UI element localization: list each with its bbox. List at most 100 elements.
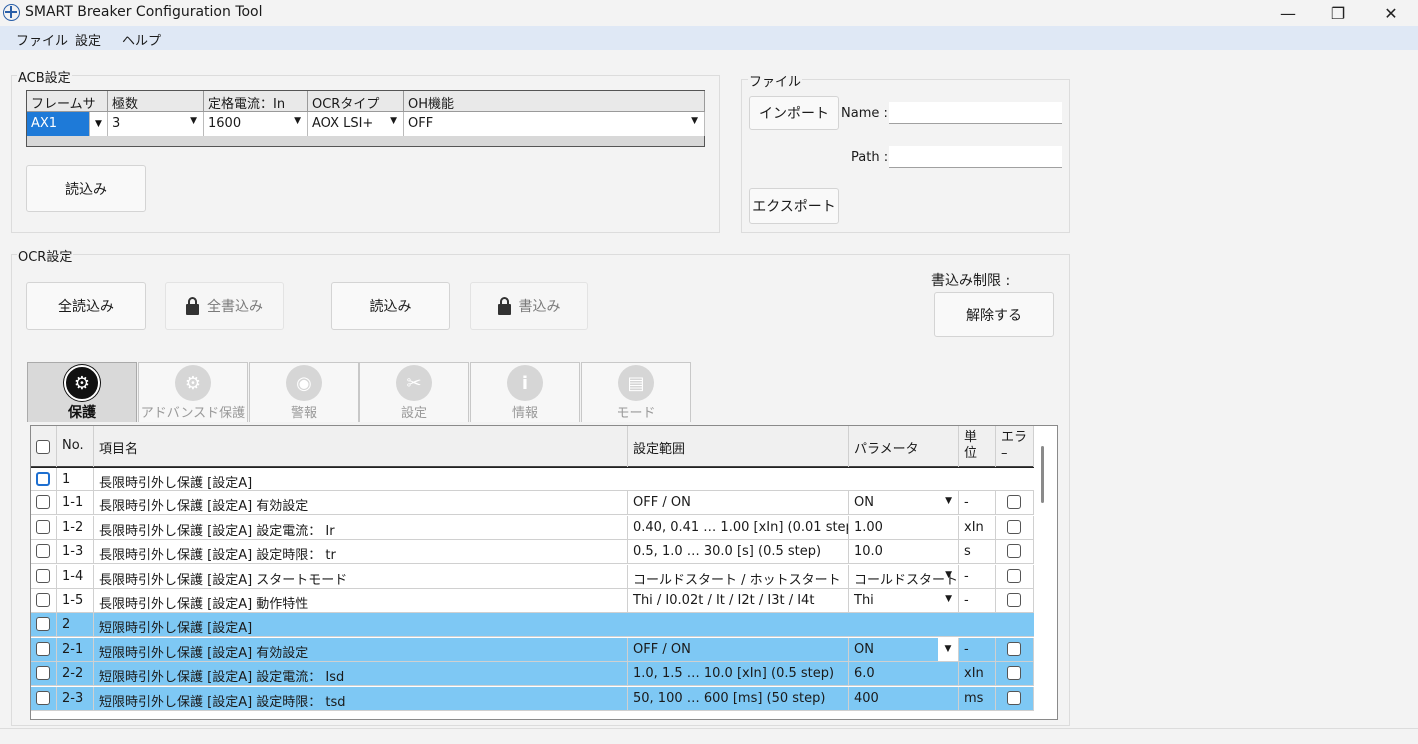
import-button[interactable]: インポート (749, 96, 839, 130)
error-checkbox[interactable] (1007, 641, 1021, 656)
oh-function-select[interactable]: OFF ▼ (404, 112, 705, 136)
menu-file[interactable]: ファイル (16, 30, 68, 49)
row-parameter-value: Thi (854, 593, 874, 608)
row-checkbox[interactable] (36, 617, 50, 632)
table-row[interactable]: 2-1 短限時引外し保護 [設定A] 有効設定 OFF / ON ON ▼ - (31, 637, 1034, 662)
row-parameter-select[interactable]: コールドスタート ▼ (849, 564, 959, 589)
row-group-title: 短限時引外し保護 [設定A] (99, 621, 253, 637)
row-parameter-value: ON (854, 641, 874, 657)
path-field[interactable] (889, 146, 1062, 168)
row-parameter-input[interactable]: 1.00 (849, 515, 959, 540)
chevron-down-icon[interactable]: ▼ (945, 594, 952, 604)
row-parameter-input[interactable]: 400 (849, 686, 959, 711)
tab-advanced-protection[interactable]: ⚙ アドバンスド保護 (138, 362, 248, 422)
tab-mode[interactable]: ▤ モード (581, 362, 691, 422)
error-checkbox[interactable] (1007, 544, 1021, 559)
row-select-cell (31, 515, 57, 540)
menu-settings[interactable]: 設定 (75, 30, 101, 49)
write-button[interactable]: 書込み (470, 282, 588, 330)
row-no: 2-2 (57, 662, 94, 687)
row-no: 1-5 (57, 589, 94, 613)
chevron-down-icon[interactable]: ▼ (89, 112, 107, 136)
row-error-cell (996, 540, 1034, 565)
group-row[interactable]: 2 短限時引外し保護 [設定A] (31, 613, 1034, 638)
row-select-cell (31, 540, 57, 565)
tab-settings[interactable]: ✂ 設定 (359, 362, 469, 422)
window-title: SMART Breaker Configuration Tool (25, 4, 263, 20)
row-checkbox[interactable] (36, 472, 50, 486)
chevron-down-icon[interactable]: ▼ (938, 637, 958, 661)
row-parameter-input[interactable]: 10.0 (849, 540, 959, 565)
select-all-checkbox[interactable] (36, 440, 50, 454)
minimize-button[interactable]: — (1263, 0, 1313, 26)
rated-current-value: 1600 (208, 116, 242, 131)
chevron-down-icon[interactable]: ▼ (945, 570, 952, 580)
row-checkbox[interactable] (36, 666, 50, 681)
row-item-name: 長限時引外し保護 [設定A] 動作特性 (94, 589, 628, 613)
tools-icon: ✂ (396, 365, 432, 401)
table-row[interactable]: 2-3 短限時引外し保護 [設定A] 設定時限： tsd 50, 100 … 600… (31, 686, 1034, 711)
poles-select[interactable]: 3 ▼ (108, 112, 204, 136)
row-checkbox[interactable] (36, 544, 50, 559)
menu-help[interactable]: ヘルプ (122, 30, 161, 49)
export-button[interactable]: エクスポート (749, 188, 839, 224)
row-error-cell (996, 589, 1034, 613)
error-checkbox[interactable] (1007, 568, 1021, 583)
tab-info[interactable]: i 情報 (470, 362, 580, 422)
table-row[interactable]: 1-1 長限時引外し保護 [設定A] 有効設定 OFF / ON ON ▼ - (31, 491, 1034, 516)
error-checkbox[interactable] (1007, 593, 1021, 607)
row-parameter-input[interactable]: 6.0 (849, 662, 959, 687)
close-button[interactable]: ✕ (1366, 0, 1416, 26)
row-parameter-select[interactable]: ON ▼ (849, 491, 959, 516)
row-select-cell (31, 468, 57, 492)
restore-button[interactable]: ❐ (1313, 0, 1363, 26)
oh-function-value: OFF (408, 116, 434, 131)
table-row[interactable]: 1-4 長限時引外し保護 [設定A] スタートモード コールドスタート / ホットス… (31, 564, 1034, 589)
chevron-down-icon[interactable]: ▼ (691, 116, 698, 126)
row-parameter-value: 6.0 (854, 666, 875, 682)
tab-alarm[interactable]: ◉ 警報 (249, 362, 359, 422)
row-select-cell (31, 637, 57, 662)
row-range: Thi / I0.02t / It / I2t / I3t / I4t (628, 589, 849, 613)
row-checkbox[interactable] (36, 495, 50, 510)
rated-current-select[interactable]: 1600 ▼ (204, 112, 308, 136)
error-checkbox[interactable] (1007, 666, 1021, 681)
row-checkbox[interactable] (36, 519, 50, 534)
unlock-button[interactable]: 解除する (934, 292, 1054, 337)
group-row[interactable]: 1 長限時引外し保護 [設定A] (31, 467, 1034, 492)
grid-scrollbar[interactable] (1041, 446, 1044, 503)
error-checkbox[interactable] (1007, 690, 1021, 705)
chevron-down-icon[interactable]: ▼ (294, 116, 301, 126)
table-row[interactable]: 1-2 長限時引外し保護 [設定A] 設定電流： Ir 0.40, 0.41 … 1… (31, 515, 1034, 540)
table-row[interactable]: 1-5 長限時引外し保護 [設定A] 動作特性 Thi / I0.02t / It … (31, 589, 1034, 613)
row-no: 1-2 (57, 515, 94, 540)
tab-advanced-label: アドバンスド保護 (140, 406, 246, 421)
row-parameter-select[interactable]: ON ▼ (849, 637, 959, 662)
chevron-down-icon[interactable]: ▼ (945, 496, 952, 506)
row-unit: xIn (959, 515, 996, 540)
write-all-button[interactable]: 全書込み (165, 282, 284, 330)
row-checkbox[interactable] (36, 568, 50, 583)
ocr-read-button[interactable]: 読込み (331, 282, 450, 330)
row-no: 1-1 (57, 491, 94, 516)
frame-size-select[interactable]: AX1 ▼ (27, 112, 108, 136)
row-error-cell (996, 515, 1034, 540)
error-checkbox[interactable] (1007, 495, 1021, 510)
chevron-down-icon[interactable]: ▼ (190, 116, 197, 126)
row-parameter-select[interactable]: Thi ▼ (849, 589, 959, 613)
table-row[interactable]: 2-2 短限時引外し保護 [設定A] 設定電流： Isd 1.0, 1.5 … 10… (31, 662, 1034, 687)
row-checkbox[interactable] (36, 641, 50, 656)
error-checkbox[interactable] (1007, 519, 1021, 534)
name-field[interactable] (889, 102, 1062, 124)
row-checkbox[interactable] (36, 690, 50, 705)
row-checkbox[interactable] (36, 593, 50, 607)
chevron-down-icon[interactable]: ▼ (390, 116, 397, 126)
tab-protection[interactable]: ⚙ 保護 (27, 362, 137, 422)
table-row[interactable]: 1-3 長限時引外し保護 [設定A] 設定時限： tr 0.5, 1.0 … 30.… (31, 540, 1034, 565)
row-unit: s (959, 540, 996, 565)
acb-read-button[interactable]: 読込み (26, 165, 146, 212)
header-no: No. (57, 426, 94, 467)
read-all-button[interactable]: 全読込み (26, 282, 146, 330)
row-range: コールドスタート / ホットスタート (628, 564, 849, 589)
ocr-type-select[interactable]: AOX LSI+ ▼ (308, 112, 404, 136)
